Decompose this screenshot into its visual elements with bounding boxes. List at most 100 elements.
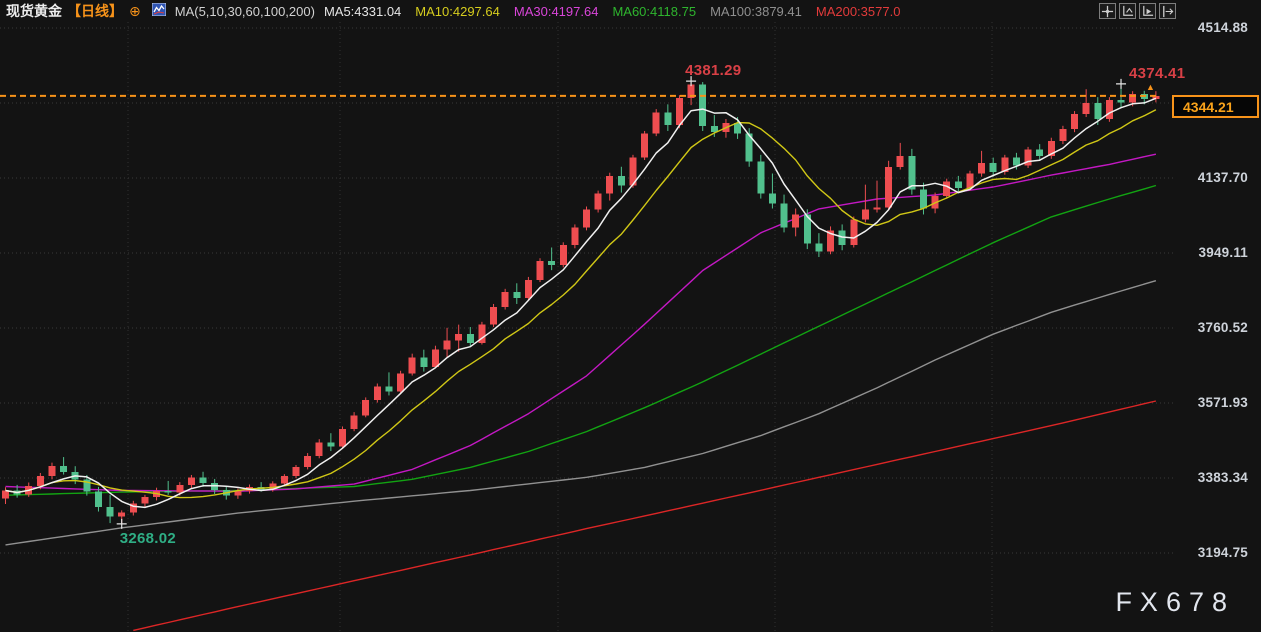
timeframe-label: 【日线】 xyxy=(67,1,123,21)
ma-value-ma10: MA10:4297.64 xyxy=(415,4,500,19)
candle-body xyxy=(409,358,416,374)
candle-body xyxy=(293,467,300,476)
candle-body xyxy=(165,491,172,493)
candle-body xyxy=(699,84,706,125)
candle-body xyxy=(1106,100,1113,119)
ma5-line xyxy=(6,98,1156,507)
candle-body xyxy=(1118,100,1125,103)
price-axis-label: 3949.11 xyxy=(1199,245,1248,260)
price-axis-label: 4514.88 xyxy=(1198,20,1248,35)
recent-high-label: 4374.41 xyxy=(1129,65,1185,82)
candle-body xyxy=(397,374,404,392)
candle-body xyxy=(537,261,544,280)
candle-body xyxy=(1083,103,1090,114)
candle-body xyxy=(908,156,915,189)
candle-body xyxy=(897,156,904,167)
candle-body xyxy=(920,189,927,208)
candle-body xyxy=(351,415,358,429)
ma-value-ma100: MA100:3879.41 xyxy=(710,4,802,19)
ma-value-ma30: MA30:4197.64 xyxy=(514,4,599,19)
extreme-cross-icon xyxy=(1116,79,1126,89)
candle-body xyxy=(641,134,648,158)
candlestick-chart-canvas[interactable] xyxy=(0,0,1261,632)
candle-body xyxy=(978,163,985,174)
candle-body xyxy=(606,176,613,193)
candle-body xyxy=(734,123,741,134)
candle-body xyxy=(595,193,602,209)
candle-body xyxy=(966,174,973,188)
candle-body xyxy=(374,387,381,401)
circle-plus-icon[interactable]: ⊕ xyxy=(129,4,141,18)
axis-scale-icon[interactable] xyxy=(1119,3,1136,19)
candle-body xyxy=(676,98,683,125)
price-axis-label: 3194.75 xyxy=(1198,545,1248,560)
candle-body xyxy=(467,334,474,343)
candle-body xyxy=(455,334,462,341)
price-axis-label: 3383.34 xyxy=(1198,470,1248,485)
candle-body xyxy=(1094,103,1101,119)
low-label: 3268.02 xyxy=(120,530,176,547)
chart-toolbar xyxy=(1099,3,1176,19)
candle-body xyxy=(95,491,102,507)
symbol-name: 现货黄金 xyxy=(6,1,62,21)
candle-body xyxy=(327,442,334,446)
fx678-watermark: FX678 xyxy=(1115,587,1235,618)
candle-body xyxy=(571,228,578,245)
candle-body xyxy=(502,292,509,307)
candle-body xyxy=(955,181,962,187)
ma-params-label: MA(5,10,30,60,100,200) xyxy=(175,4,315,19)
candle-body xyxy=(141,497,148,503)
candle-body xyxy=(176,485,183,493)
candle-body xyxy=(653,112,660,133)
candle-body xyxy=(444,341,451,350)
candle-body xyxy=(990,163,997,172)
candle-body xyxy=(118,513,125,517)
price-axis-label: 3760.52 xyxy=(1198,320,1248,335)
candle-body xyxy=(850,220,857,245)
axis-play-icon[interactable] xyxy=(1139,3,1156,19)
move-crosshair-icon[interactable] xyxy=(1099,3,1116,19)
candle-body xyxy=(60,466,67,472)
candle-body xyxy=(37,476,44,486)
candle-body xyxy=(1036,150,1043,156)
candle-body xyxy=(781,204,788,228)
ma60-line xyxy=(6,186,1156,496)
candle-body xyxy=(792,214,799,227)
candle-body xyxy=(885,167,892,208)
candle-body xyxy=(188,478,195,485)
candle-body xyxy=(560,245,567,265)
pane-expand-icon[interactable] xyxy=(1159,3,1176,19)
candle-body xyxy=(304,456,311,467)
ma200-line xyxy=(133,401,1156,630)
candle-body xyxy=(1013,158,1020,166)
ma-values-row: MA5:4331.04MA10:4297.64MA30:4197.64MA60:… xyxy=(324,4,900,19)
candle-body xyxy=(362,400,369,415)
candle-body xyxy=(1071,114,1078,129)
candle-body xyxy=(48,466,55,476)
current-price-tag: 4344.21 xyxy=(1172,95,1259,118)
chart-header: 现货黄金 【日线】 ⊕ MA(5,10,30,60,100,200) MA5:4… xyxy=(0,0,1261,22)
peak-high-label: 4381.29 xyxy=(685,62,741,79)
candle-body xyxy=(513,292,520,298)
candle-body xyxy=(769,193,776,203)
candle-body xyxy=(548,261,555,265)
candle-body xyxy=(874,208,881,210)
indicator-icon[interactable] xyxy=(152,3,166,19)
candle-body xyxy=(107,507,114,517)
candle-body xyxy=(420,358,427,367)
candle-body xyxy=(815,244,822,252)
candle-body xyxy=(316,442,323,456)
candle-body xyxy=(200,478,207,483)
candle-body xyxy=(943,181,950,195)
candle-body xyxy=(583,209,590,227)
candle-body xyxy=(281,476,288,484)
price-marker-arrow-icon: ▲ xyxy=(1146,83,1155,92)
candle-body xyxy=(525,280,532,298)
price-axis-label: 4137.70 xyxy=(1198,170,1248,185)
candle-body xyxy=(432,349,439,366)
ma100-line xyxy=(6,281,1156,545)
candle-body xyxy=(339,429,346,446)
candle-body xyxy=(664,112,671,125)
candle-body xyxy=(757,162,764,194)
candle-body xyxy=(618,176,625,186)
